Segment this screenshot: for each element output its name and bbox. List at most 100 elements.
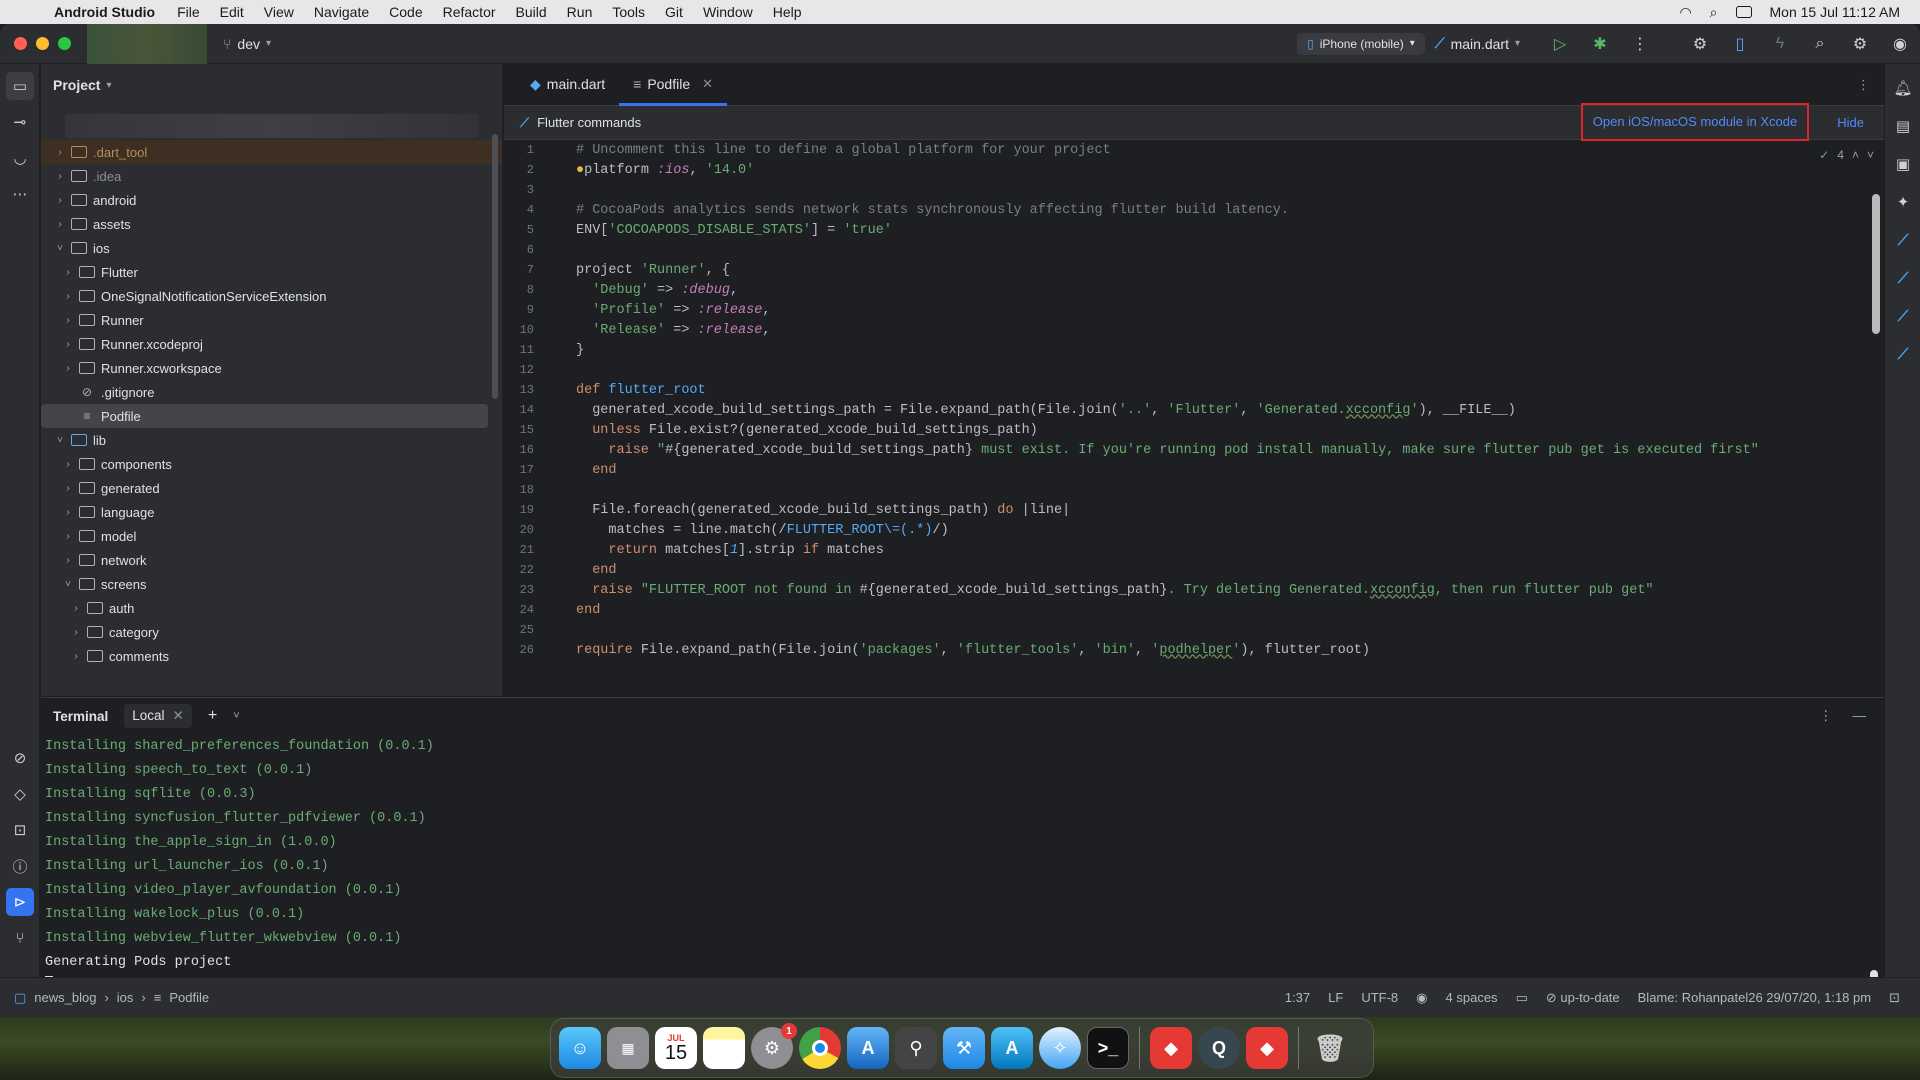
branch-widget[interactable]: ⑂ dev ▾ bbox=[223, 36, 271, 52]
project-root-row[interactable] bbox=[65, 114, 478, 138]
finder-icon[interactable]: ☺ bbox=[559, 1027, 601, 1069]
pull-requests-icon[interactable]: ◡ bbox=[6, 144, 34, 172]
chevron-right-icon[interactable]: › bbox=[61, 459, 75, 470]
dart-devtools-icon[interactable]: ◇ bbox=[6, 780, 34, 808]
terminal-app-icon[interactable]: >_ bbox=[1087, 1027, 1129, 1069]
launchpad-icon[interactable]: ▦ bbox=[607, 1027, 649, 1069]
chevron-right-icon[interactable]: › bbox=[53, 219, 67, 230]
more-actions-icon[interactable]: ⋮ bbox=[1620, 34, 1660, 54]
chevron-right-icon[interactable]: › bbox=[61, 339, 75, 350]
gemini-icon[interactable]: ✦ bbox=[1889, 188, 1917, 216]
project-scrollbar[interactable] bbox=[492, 134, 498, 399]
tree-item[interactable]: › generated bbox=[41, 476, 502, 500]
chevron-right-icon[interactable]: › bbox=[61, 363, 75, 374]
project-folder-icon[interactable]: ▭ bbox=[6, 72, 34, 100]
tree-item[interactable]: › category bbox=[41, 620, 502, 644]
tree-item[interactable]: › Flutter bbox=[41, 260, 502, 284]
flutter-inspector-icon[interactable]: ⚙ bbox=[1680, 34, 1720, 54]
hot-reload-icon[interactable]: ϟ bbox=[1760, 35, 1800, 53]
terminal-options-icon[interactable]: ⋮ bbox=[1819, 708, 1833, 724]
git-blame[interactable]: Blame: Rohanpatel26 29/07/20, 1:18 pm bbox=[1638, 990, 1871, 1005]
chevron-right-icon[interactable]: › bbox=[69, 627, 83, 638]
project-widget[interactable] bbox=[87, 24, 207, 64]
anydesk-alt-icon[interactable]: ◆ bbox=[1246, 1027, 1288, 1069]
menu-code[interactable]: Code bbox=[379, 4, 432, 20]
chevron-right-icon[interactable]: › bbox=[53, 171, 67, 182]
problems-icon[interactable]: ⓘ bbox=[6, 852, 34, 880]
menu-help[interactable]: Help bbox=[763, 4, 812, 20]
menu-view[interactable]: View bbox=[254, 4, 304, 20]
tree-item[interactable]: › network bbox=[41, 548, 502, 572]
vcs-status[interactable]: ⊘ up-to-date bbox=[1546, 990, 1620, 1006]
tree-item[interactable]: › OneSignalNotificationServiceExtension bbox=[41, 284, 502, 308]
chevron-right-icon[interactable]: › bbox=[61, 507, 75, 518]
xcode-alt-icon[interactable]: A bbox=[991, 1027, 1033, 1069]
flutter-deeplinks-icon[interactable]: ⟋ bbox=[1889, 340, 1917, 368]
menu-run[interactable]: Run bbox=[557, 4, 603, 20]
trash-icon[interactable]: 🗑︎ bbox=[1309, 1027, 1351, 1069]
chevron-right-icon[interactable]: › bbox=[61, 531, 75, 542]
terminal-icon[interactable]: ⊳ bbox=[6, 888, 34, 916]
version-control-icon[interactable]: ⑂ bbox=[6, 924, 34, 952]
chevron-right-icon[interactable]: › bbox=[69, 651, 83, 662]
chevron-right-icon[interactable]: › bbox=[53, 147, 67, 158]
tree-item[interactable]: › .idea bbox=[41, 164, 502, 188]
tree-item[interactable]: › auth bbox=[41, 596, 502, 620]
close-window-button[interactable] bbox=[14, 37, 27, 50]
editor-scrollbar[interactable] bbox=[1872, 194, 1880, 334]
minimize-panel-icon[interactable]: — bbox=[1853, 708, 1867, 724]
keychain-icon[interactable]: ⚲ bbox=[895, 1027, 937, 1069]
tree-item[interactable]: ˅ lib bbox=[41, 428, 502, 452]
tree-item[interactable]: › .dart_tool bbox=[41, 140, 502, 164]
chevron-right-icon[interactable]: › bbox=[61, 291, 75, 302]
tree-item[interactable]: ˅ screens bbox=[41, 572, 502, 596]
menubar-clock[interactable]: Mon 15 Jul 11:12 AM bbox=[1770, 4, 1900, 20]
build-icon[interactable]: ⊘ bbox=[6, 744, 34, 772]
tree-item[interactable]: › comments bbox=[41, 644, 502, 668]
control-center-icon[interactable] bbox=[1735, 6, 1752, 18]
chevron-right-icon[interactable]: › bbox=[61, 315, 75, 326]
terminal-tab-local[interactable]: Local ✕ bbox=[124, 704, 192, 728]
running-devices-icon[interactable]: ▣ bbox=[1889, 150, 1917, 178]
flutter-performance-icon[interactable]: ⟋ bbox=[1889, 302, 1917, 330]
new-terminal-icon[interactable]: + bbox=[208, 707, 217, 725]
tree-item[interactable]: ˅ ios bbox=[41, 236, 502, 260]
tree-item[interactable]: › components bbox=[41, 452, 502, 476]
close-tab-icon[interactable]: ✕ bbox=[702, 76, 713, 92]
lock-icon[interactable]: ⊡ bbox=[1889, 990, 1900, 1006]
minimize-window-button[interactable] bbox=[36, 37, 49, 50]
device-manager-icon[interactable]: ▯ bbox=[1720, 34, 1760, 54]
app-menu[interactable]: Android Studio bbox=[54, 4, 167, 20]
breadcrumb-project[interactable]: news_blog bbox=[34, 990, 96, 1005]
notes-icon[interactable] bbox=[703, 1027, 745, 1069]
chevron-right-icon[interactable]: › bbox=[53, 195, 67, 206]
chevron-down-icon[interactable]: ˅ bbox=[53, 435, 67, 446]
breadcrumb-folder[interactable]: ios bbox=[117, 990, 134, 1005]
tree-item[interactable]: › model bbox=[41, 524, 502, 548]
tree-item[interactable]: › android bbox=[41, 188, 502, 212]
account-icon[interactable]: ◉ bbox=[1880, 34, 1920, 54]
chrome-icon[interactable] bbox=[799, 1027, 841, 1069]
anydesk-icon[interactable]: ◆ bbox=[1150, 1027, 1192, 1069]
flutter-outline-icon[interactable]: ⟋ bbox=[1889, 264, 1917, 292]
chevron-down-icon[interactable]: ˅ bbox=[61, 579, 75, 590]
tree-item[interactable]: ⊘ .gitignore bbox=[41, 380, 502, 404]
chevron-right-icon[interactable]: › bbox=[69, 603, 83, 614]
tree-item[interactable]: › language bbox=[41, 500, 502, 524]
flutter-inspector-icon[interactable]: ⟋ bbox=[1889, 226, 1917, 254]
chevron-right-icon[interactable]: › bbox=[61, 483, 75, 494]
quicktime-icon[interactable]: Q bbox=[1198, 1027, 1240, 1069]
tab-options-icon[interactable]: ⋮ bbox=[1857, 77, 1870, 93]
menu-git[interactable]: Git bbox=[655, 4, 693, 20]
commit-icon[interactable]: ⊸ bbox=[6, 108, 34, 136]
logcat-icon[interactable]: ⊡ bbox=[6, 816, 34, 844]
spotlight-icon[interactable]: ⌕ bbox=[1710, 4, 1718, 21]
debug-icon[interactable]: ✱ bbox=[1580, 34, 1620, 54]
caret-position[interactable]: 1:37 bbox=[1285, 990, 1310, 1005]
chevron-right-icon[interactable]: › bbox=[61, 267, 75, 278]
chevron-right-icon[interactable]: › bbox=[61, 555, 75, 566]
zoom-window-button[interactable] bbox=[58, 37, 71, 50]
hide-banner-link[interactable]: Hide bbox=[1817, 115, 1884, 130]
calendar-icon[interactable]: JUL 15 bbox=[655, 1027, 697, 1069]
menu-navigate[interactable]: Navigate bbox=[304, 4, 379, 20]
